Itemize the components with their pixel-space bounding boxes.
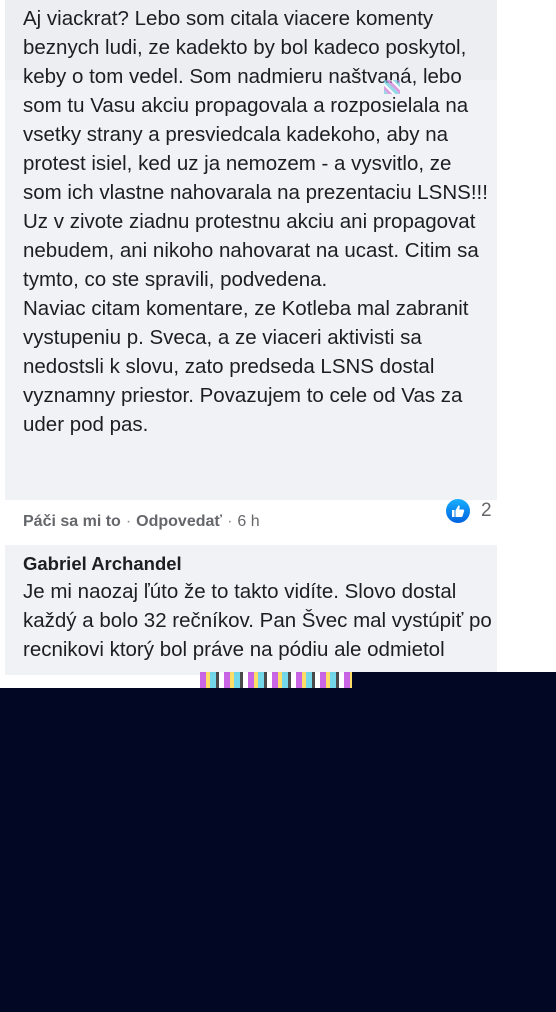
render-artifact xyxy=(200,672,352,688)
separator-dot: · xyxy=(227,513,233,530)
reaction-count: 2 xyxy=(481,500,492,521)
dark-overlay xyxy=(352,672,556,688)
comment-actions: Páči sa mi to · Odpovedať · 6 h xyxy=(23,510,260,534)
render-artifact xyxy=(384,80,400,94)
reply-link[interactable]: Odpovedať xyxy=(136,513,222,530)
reply-author-name[interactable]: Gabriel Archandel xyxy=(23,552,182,576)
comment-time[interactable]: 6 h xyxy=(237,513,259,530)
separator-dot: · xyxy=(125,513,132,530)
comment-text: Aj viackrat? Lebo som citala viacere kom… xyxy=(23,7,488,436)
dark-overlay xyxy=(0,688,556,1012)
reaction-badge[interactable]: 2 xyxy=(446,498,492,524)
reply-text: Je mi naozaj ľúto že to takto vidíte. Sl… xyxy=(23,580,492,661)
thumbs-up-icon xyxy=(446,499,470,523)
like-link[interactable]: Páči sa mi to xyxy=(23,513,121,530)
